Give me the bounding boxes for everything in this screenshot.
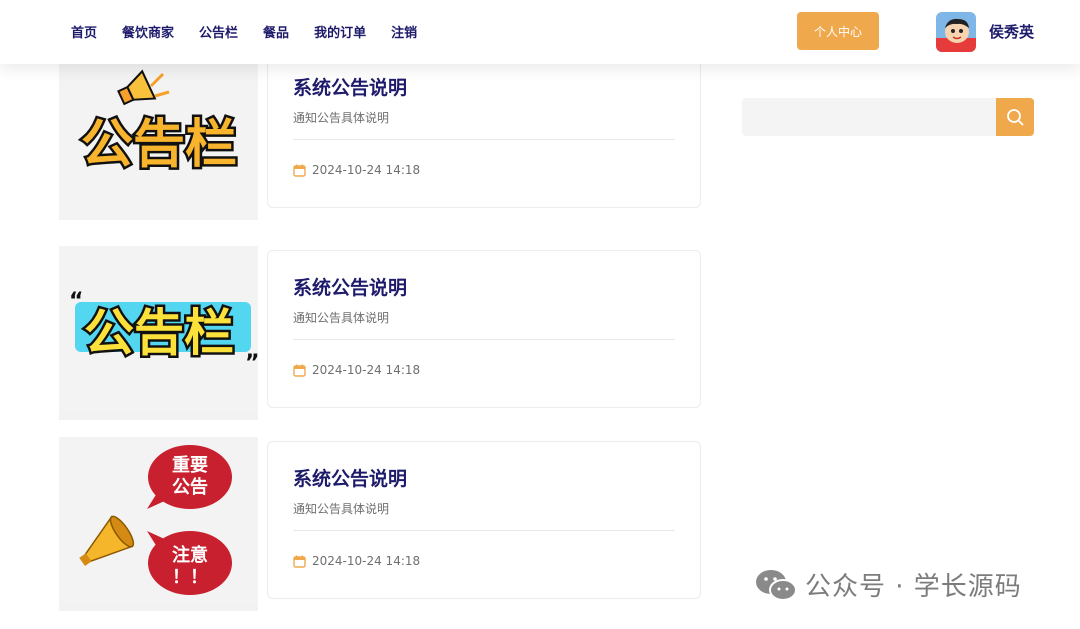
calendar-icon bbox=[293, 164, 306, 177]
notice-card[interactable]: 公告栏 “ ” 系统公告说明 通知公告具体说明 2024-10-24 14:18 bbox=[59, 246, 701, 420]
notice-date-text: 2024-10-24 14:18 bbox=[312, 163, 421, 177]
svg-text:公告: 公告 bbox=[172, 476, 208, 498]
avatar-cartoon-icon bbox=[936, 12, 976, 52]
watermark: 公众号 · 学长源码 bbox=[755, 566, 1022, 603]
notice-thumbnail[interactable]: 重要 公告 注意 ！！ bbox=[59, 437, 258, 611]
notice-title[interactable]: 系统公告说明 bbox=[293, 273, 407, 300]
notice-card[interactable]: 重要 公告 注意 ！！ 系统公告说明 通知公告具体说明 2024-10-24 1… bbox=[59, 437, 701, 611]
notice-title[interactable]: 系统公告说明 bbox=[293, 73, 407, 100]
svg-text:重要: 重要 bbox=[172, 454, 208, 476]
search-box bbox=[742, 98, 1034, 136]
notice-date-text: 2024-10-24 14:18 bbox=[312, 363, 421, 377]
avatar[interactable] bbox=[936, 12, 976, 52]
nav-dishes[interactable]: 餐品 bbox=[263, 22, 289, 41]
watermark-text: 公众号 · 学长源码 bbox=[805, 572, 1022, 602]
notice-date-text: 2024-10-24 14:18 bbox=[312, 554, 421, 568]
important-notice-badge-icon: 重要 公告 注意 ！！ bbox=[59, 437, 258, 603]
notice-card[interactable]: 公告栏 系统公告说明 通知公告具体说明 2024-10-24 14:18 bbox=[59, 46, 701, 220]
svg-text:公告栏: 公告栏 bbox=[84, 304, 234, 362]
nav-logout[interactable]: 注销 bbox=[391, 22, 417, 41]
notice-date: 2024-10-24 14:18 bbox=[293, 363, 420, 377]
notice-board-badge-icon: 公告栏 bbox=[59, 46, 258, 220]
nav-notices[interactable]: 公告栏 bbox=[199, 22, 238, 41]
notice-description: 通知公告具体说明 bbox=[293, 311, 390, 325]
notice-description: 通知公告具体说明 bbox=[293, 111, 390, 125]
calendar-icon bbox=[293, 364, 306, 377]
search-input[interactable] bbox=[742, 98, 996, 136]
svg-text:注意: 注意 bbox=[172, 544, 208, 566]
divider bbox=[293, 530, 675, 531]
search-button[interactable] bbox=[996, 98, 1034, 136]
wechat-icon bbox=[756, 569, 797, 601]
nav-home[interactable]: 首页 bbox=[71, 22, 97, 41]
nav-my-orders[interactable]: 我的订单 bbox=[314, 22, 366, 41]
divider bbox=[293, 139, 675, 140]
search-icon bbox=[1007, 109, 1024, 126]
calendar-icon bbox=[293, 555, 306, 568]
svg-text:”: ” bbox=[245, 351, 258, 376]
notice-content: 系统公告说明 通知公告具体说明 2024-10-24 14:18 bbox=[267, 50, 701, 208]
divider bbox=[293, 339, 675, 340]
notice-board-badge-icon: 公告栏 “ ” bbox=[59, 246, 258, 412]
username: 侯秀英 bbox=[989, 23, 1035, 41]
svg-text:“: “ bbox=[69, 289, 83, 314]
main-nav: 首页 餐饮商家 公告栏 餐品 我的订单 注销 bbox=[71, 22, 417, 41]
notice-content: 系统公告说明 通知公告具体说明 2024-10-24 14:18 bbox=[267, 250, 701, 408]
personal-center-button[interactable]: 个人中心 bbox=[797, 12, 879, 50]
nav-restaurants[interactable]: 餐饮商家 bbox=[122, 22, 174, 41]
notice-content: 系统公告说明 通知公告具体说明 2024-10-24 14:18 bbox=[267, 441, 701, 599]
svg-text:！！: ！！ bbox=[172, 567, 208, 588]
notice-date: 2024-10-24 14:18 bbox=[293, 163, 420, 177]
notice-thumbnail[interactable]: 公告栏 bbox=[59, 46, 258, 220]
top-header: 首页 餐饮商家 公告栏 餐品 我的订单 注销 个人中心 侯秀英 bbox=[0, 0, 1080, 64]
notice-description: 通知公告具体说明 bbox=[293, 502, 390, 516]
notice-date: 2024-10-24 14:18 bbox=[293, 554, 420, 568]
notice-title[interactable]: 系统公告说明 bbox=[293, 464, 407, 491]
svg-text:公告栏: 公告栏 bbox=[81, 115, 237, 175]
notice-thumbnail[interactable]: 公告栏 “ ” bbox=[59, 246, 258, 420]
